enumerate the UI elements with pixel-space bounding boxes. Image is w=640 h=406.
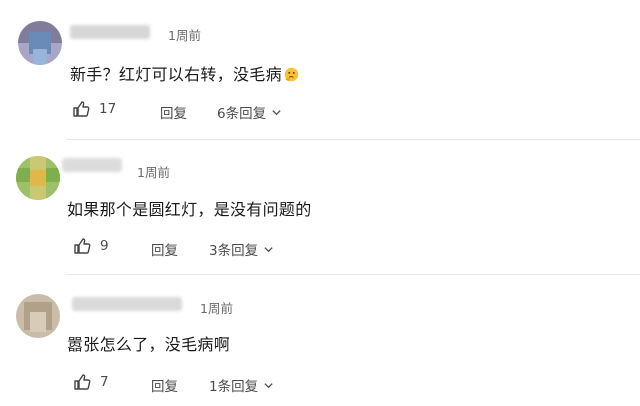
comment-time: 1周前 <box>137 165 170 180</box>
comment-actions: 17 回复 6条回复 <box>72 100 372 122</box>
view-replies-button[interactable]: 3条回复 <box>209 239 274 259</box>
like-button[interactable]: 9 <box>73 237 109 255</box>
reply-button[interactable]: 回复 <box>151 239 178 259</box>
comment-item: 1周前 如果那个是圆红灯，是没有问题的 9 回复 3条回复 <box>0 140 640 275</box>
comment-text-body: 新手？红灯可以右转，没毛病 <box>70 65 282 84</box>
like-count: 9 <box>100 238 109 254</box>
username-redacted <box>70 25 150 39</box>
like-count: 7 <box>100 374 109 390</box>
username-redacted <box>62 158 122 172</box>
view-replies-button[interactable]: 6条回复 <box>217 102 282 122</box>
comment-actions: 7 回复 1条回复 <box>73 373 373 395</box>
comment-text: 嚣张怎么了，没毛病啊 <box>67 335 231 354</box>
thumbs-up-icon <box>74 238 91 254</box>
reply-button[interactable]: 回复 <box>160 102 187 122</box>
avatar[interactable] <box>16 156 60 200</box>
avatar[interactable] <box>18 21 62 65</box>
thumbs-up-icon <box>74 374 91 390</box>
thinking-face-emoji-icon <box>284 67 299 82</box>
like-count: 17 <box>99 101 117 117</box>
chevron-down-icon <box>264 382 273 388</box>
comment-text: 新手？红灯可以右转，没毛病 <box>70 61 299 85</box>
comment-actions: 9 回复 3条回复 <box>73 237 373 259</box>
avatar[interactable] <box>16 294 60 338</box>
like-button[interactable]: 7 <box>73 373 109 391</box>
comment-item: 1周前 新手？红灯可以右转，没毛病 17 回复 6条回复 <box>0 0 640 140</box>
comment-text: 如果那个是圆红灯，是没有问题的 <box>67 200 312 219</box>
replies-count-label: 3条回复 <box>209 243 259 259</box>
like-button[interactable]: 17 <box>72 100 116 118</box>
replies-count-label: 6条回复 <box>217 106 267 122</box>
username-redacted <box>72 297 182 311</box>
chevron-down-icon <box>264 246 273 252</box>
comment-time: 1周前 <box>168 28 201 43</box>
comment-time: 1周前 <box>200 301 233 316</box>
reply-button[interactable]: 回复 <box>151 375 178 395</box>
thumbs-up-icon <box>73 101 90 117</box>
comment-item: 1周前 嚣张怎么了，没毛病啊 7 回复 1条回复 <box>0 275 640 406</box>
view-replies-button[interactable]: 1条回复 <box>209 375 274 395</box>
chevron-down-icon <box>272 109 281 115</box>
replies-count-label: 1条回复 <box>209 379 259 395</box>
